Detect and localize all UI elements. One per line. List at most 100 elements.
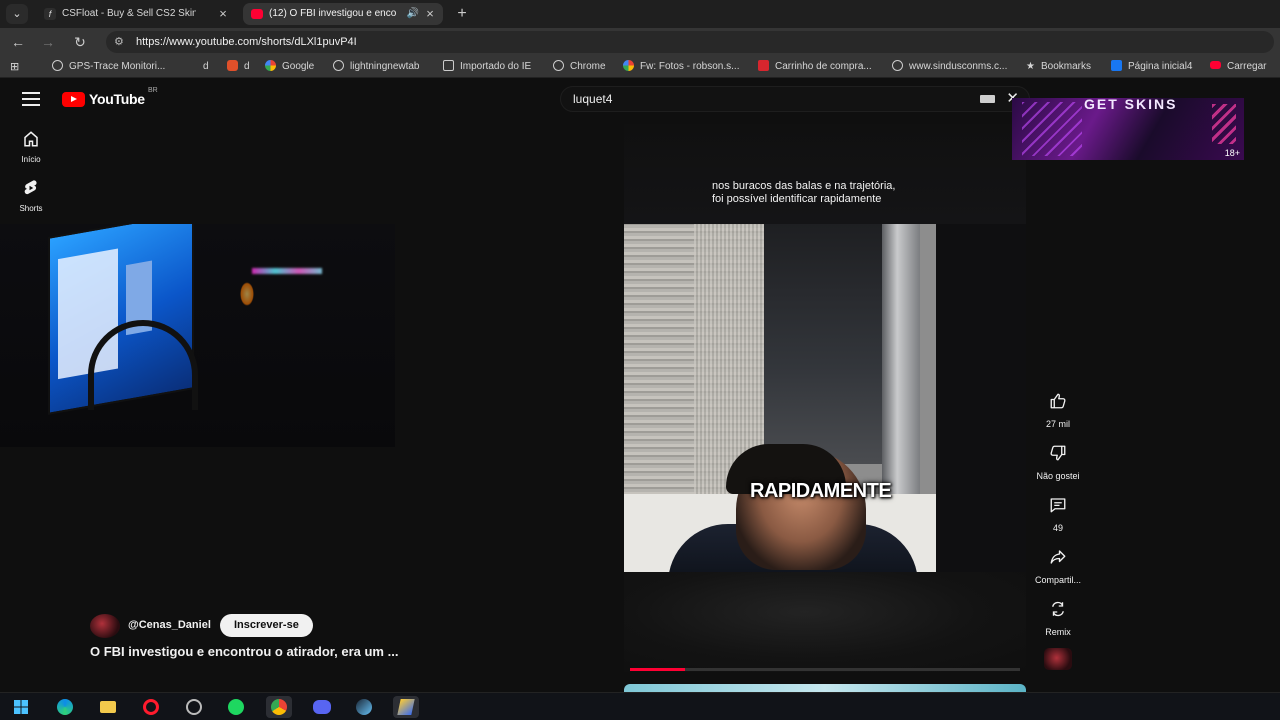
short-title[interactable]: O FBI investigou e encontrou o atirador,…: [90, 644, 398, 659]
short-video-player[interactable]: RAPIDAMENTE: [624, 224, 1026, 572]
bookmark-label: Importado do IE: [460, 61, 532, 72]
bookmark-item[interactable]: GPS-Trace Monitori...: [52, 56, 165, 78]
keyboard-icon[interactable]: [980, 95, 995, 103]
tab-title: CSFloat - Buy & Sell CS2 Skins a: [62, 8, 196, 19]
app-icon[interactable]: [393, 696, 419, 718]
ad-graphic: [1212, 104, 1236, 144]
bookmark-label: GPS-Trace Monitori...: [69, 61, 166, 72]
short-video-top[interactable]: nos buracos das balas e na trajetória, f…: [624, 124, 1026, 224]
windows-start-icon[interactable]: [8, 696, 34, 718]
bookmark-item[interactable]: Página inicial4: [1111, 56, 1193, 78]
age-rating-badge: 18+: [1224, 148, 1240, 158]
address-bar[interactable]: ⚙ https://www.youtube.com/shorts/dLXl1pu…: [106, 31, 1274, 53]
tab-title: (12) O FBI investigou e enco: [269, 8, 397, 19]
globe-icon: [52, 60, 63, 71]
youtube-page: YouTube BR luquet4 ✕ Início Shorts nos b…: [0, 78, 1280, 692]
home-icon: [24, 131, 38, 147]
bookmark-item[interactable]: Google: [265, 56, 314, 78]
tab-strip: ⌄ f CSFloat - Buy & Sell CS2 Skins a × (…: [0, 0, 1280, 28]
chrome-icon[interactable]: [266, 696, 292, 718]
bookmark-label: Bookmarks: [1040, 61, 1091, 72]
facebook-icon: [1111, 60, 1122, 71]
like-icon: [1050, 393, 1066, 409]
steam-icon[interactable]: [351, 696, 377, 718]
app-icon[interactable]: [181, 696, 207, 718]
next-short-preview[interactable]: [624, 684, 1026, 692]
tab-csfloat[interactable]: f CSFloat - Buy & Sell CS2 Skins a ×: [36, 3, 236, 25]
share-icon: [1050, 550, 1066, 564]
comments-button[interactable]: 49: [1030, 488, 1086, 533]
bookmark-item[interactable]: d: [227, 56, 250, 78]
bookmarks-bar: ⊞ GPS-Trace Monitori... d d Google light…: [0, 56, 1280, 78]
bookmark-label: Fw: Fotos - robson.s...: [640, 61, 740, 72]
share-button[interactable]: Compartil...: [1030, 540, 1086, 585]
ad-title: GET SKINS: [1084, 98, 1178, 112]
bookmark-label: d: [244, 61, 250, 72]
bookmark-item[interactable]: Importado do IE: [443, 56, 531, 78]
video-subtitle: nos buracos das balas e na trajetória, f…: [712, 180, 895, 206]
sidebar-item-label: Shorts: [19, 204, 43, 213]
discord-icon[interactable]: [309, 696, 335, 718]
new-tab-button[interactable]: +: [452, 3, 472, 25]
bookmark-label: www.sindusconms.c...: [909, 61, 1008, 72]
bookmark-item[interactable]: ★ Bookmarks: [1026, 56, 1091, 78]
spotify-icon[interactable]: [223, 696, 249, 718]
country-code: BR: [148, 87, 158, 94]
like-button[interactable]: 27 mil: [1030, 384, 1086, 429]
channel-handle[interactable]: @Cenas_Daniel: [128, 619, 211, 631]
speaker-icon[interactable]: 🔊: [407, 3, 419, 25]
bookmark-item[interactable]: d: [203, 56, 209, 78]
ad-banner[interactable]: GET SKINS 18+: [1012, 98, 1244, 160]
close-icon[interactable]: ×: [423, 3, 437, 25]
short-video-bottom[interactable]: [624, 572, 1026, 672]
sidebar-item-home[interactable]: Início: [10, 130, 52, 164]
google-icon: [265, 60, 276, 71]
bookmark-label: Carregar: [1227, 61, 1267, 72]
side-video-thumbnail[interactable]: [0, 224, 395, 447]
video-progress-bar[interactable]: [630, 668, 1020, 671]
bookmark-label: Carrinho de compra...: [775, 61, 872, 72]
file-explorer-icon[interactable]: [95, 696, 121, 718]
globe-icon: [892, 60, 903, 71]
bookmark-label: lightningnewtab: [350, 61, 420, 72]
youtube-icon: [251, 9, 263, 19]
bookmark-label: Google: [282, 61, 315, 72]
bookmark-item[interactable]: Chrome: [553, 56, 606, 78]
apps-grid-icon[interactable]: ⊞: [10, 56, 19, 78]
bookmark-label: d: [203, 61, 209, 72]
subscribe-button[interactable]: Inscrever-se: [220, 614, 313, 637]
dislike-button[interactable]: Não gostei: [1030, 436, 1086, 481]
app-icon: [227, 60, 238, 71]
sidebar-item-shorts[interactable]: Shorts: [10, 179, 52, 213]
bookmark-item[interactable]: Carrinho de compra...: [758, 56, 872, 78]
comment-icon: [1050, 498, 1066, 513]
forward-arrow-icon[interactable]: →: [38, 32, 58, 52]
bookmark-item[interactable]: Fw: Fotos - robson.s...: [623, 56, 739, 78]
site-info-icon[interactable]: ⚙: [114, 35, 124, 48]
subtitle-line: foi possível identificar rapidamente: [712, 193, 882, 205]
bookmark-item[interactable]: www.sindusconms.c...: [892, 56, 1007, 78]
folder-icon: [443, 60, 454, 71]
subtitle-line: nos buracos das balas e na trajetória,: [712, 180, 896, 192]
opera-icon[interactable]: [138, 696, 164, 718]
back-arrow-icon[interactable]: ←: [8, 32, 28, 52]
progress-fill: [630, 668, 685, 671]
tab-search-menu-button[interactable]: ⌄: [6, 4, 28, 24]
edge-icon[interactable]: [52, 696, 78, 718]
remix-button[interactable]: Remix: [1030, 592, 1086, 637]
tab-youtube[interactable]: (12) O FBI investigou e enco 🔊 ×: [243, 3, 443, 25]
dislike-label: Não gostei: [1036, 471, 1080, 481]
search-input[interactable]: luquet4 ✕: [560, 86, 1030, 112]
dislike-icon: [1050, 445, 1066, 461]
sound-avatar[interactable]: [1044, 648, 1072, 670]
bookmark-item[interactable]: lightningnewtab: [333, 56, 420, 78]
google-icon: [623, 60, 634, 71]
like-count: 27 mil: [1045, 419, 1070, 429]
shorts-icon: [24, 180, 37, 195]
close-icon[interactable]: ×: [216, 3, 230, 25]
avatar[interactable]: [90, 614, 120, 638]
bookmark-item[interactable]: Carregar: [1210, 56, 1266, 78]
bookmark-label: Chrome: [570, 61, 606, 72]
menu-icon[interactable]: [22, 92, 40, 106]
reload-icon[interactable]: ↻: [70, 32, 90, 52]
